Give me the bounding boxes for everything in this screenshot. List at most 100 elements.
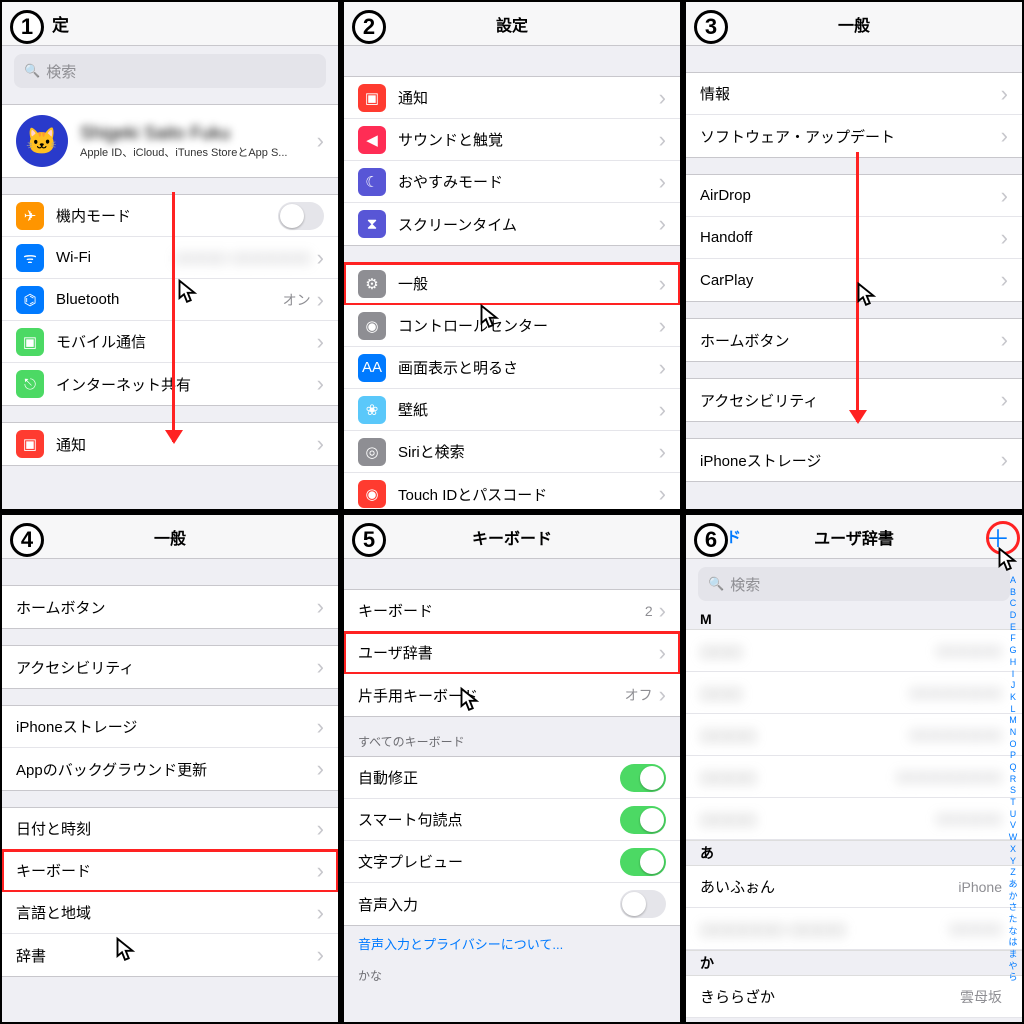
row-value: オフ xyxy=(625,685,653,705)
chevron-icon xyxy=(317,654,324,680)
step-badge-5: 5 xyxy=(352,523,386,557)
dict-entry[interactable]: ▢▢▢▢▢▢▢▢▢▢ xyxy=(686,672,1022,714)
row-label: 通知 xyxy=(56,434,317,455)
settings-row[interactable]: 片手用キーボードオフ xyxy=(344,674,680,716)
chevron-icon xyxy=(317,816,324,842)
settings-row[interactable]: ✈ 機内モード xyxy=(2,195,338,237)
row-value: 2 xyxy=(645,603,653,619)
settings-row[interactable]: 音声入力 xyxy=(344,883,680,925)
settings-row[interactable]: アクセシビリティ xyxy=(2,646,338,688)
row-label: 情報 xyxy=(700,83,1001,104)
row-label: アクセシビリティ xyxy=(16,657,317,678)
row-value: ▢▢▢▢ ▢▢▢▢▢▢ xyxy=(175,249,311,266)
row-label: 片手用キーボード xyxy=(358,685,625,706)
dict-entry[interactable]: きららざか雲母坂 xyxy=(686,976,1022,1018)
dict-entry[interactable]: ▢▢▢▢▢▢▢▢▢▢▢ xyxy=(686,714,1022,756)
apple-id-row[interactable]: 🐱 Shigeki Saito Fuku Apple ID、iCloud、iTu… xyxy=(2,105,338,177)
dict-entry[interactable]: ▢▢▢▢▢▢▢▢▢ xyxy=(686,798,1022,840)
settings-row[interactable]: ユーザ辞書 xyxy=(344,632,680,674)
settings-row[interactable]: ホームボタン xyxy=(2,586,338,628)
search-input[interactable]: 検索 xyxy=(14,54,326,88)
chevron-icon xyxy=(317,942,324,968)
row-label: CarPlay xyxy=(700,272,1001,289)
row-label: 通知 xyxy=(398,87,659,108)
chevron-icon xyxy=(317,128,324,154)
toggle-switch[interactable] xyxy=(620,890,666,918)
row-icon: ☾ xyxy=(358,168,386,196)
settings-row[interactable]: キーボード xyxy=(2,850,338,892)
settings-row[interactable]: ◎Siriと検索 xyxy=(344,431,680,473)
chevron-icon xyxy=(1001,387,1008,413)
settings-row[interactable]: iPhoneストレージ xyxy=(686,439,1022,481)
chevron-icon xyxy=(317,900,324,926)
step-badge-3: 3 xyxy=(694,10,728,44)
row-icon: AA xyxy=(358,354,386,382)
privacy-link[interactable]: 音声入力とプライバシーについて... xyxy=(344,926,680,961)
settings-row[interactable]: スマート句読点 xyxy=(344,799,680,841)
row-label: Handoff xyxy=(700,229,1001,246)
chevron-icon xyxy=(659,640,666,666)
settings-row[interactable]: iPhoneストレージ xyxy=(2,706,338,748)
settings-row[interactable]: ⎋インターネット共有 xyxy=(2,363,338,405)
dict-entry[interactable]: ▢▢▢▢▢▢▢▢ xyxy=(686,630,1022,672)
dict-entry[interactable]: ▢▢▢▢▢▢▢▢▢▢▢▢ xyxy=(686,756,1022,798)
panel-4: 4 一般 ホームボタン アクセシビリティ iPhoneストレージAppのバックグ… xyxy=(0,513,340,1024)
row-label: 文字プレビュー xyxy=(358,851,620,872)
header: 設定 xyxy=(344,2,680,46)
section-label: かな xyxy=(344,961,680,990)
settings-row[interactable]: ホームボタン xyxy=(686,319,1022,361)
profile-name: Shigeki Saito Fuku xyxy=(80,123,317,144)
chevron-icon xyxy=(659,169,666,195)
row-label: 自動修正 xyxy=(358,767,620,788)
settings-row[interactable]: ⚙一般 xyxy=(344,263,680,305)
settings-row[interactable]: 文字プレビュー xyxy=(344,841,680,883)
toggle-switch[interactable] xyxy=(620,806,666,834)
settings-row[interactable]: ソフトウェア・アップデート xyxy=(686,115,1022,157)
row-label: Siriと検索 xyxy=(398,441,659,462)
row-label: モバイル通信 xyxy=(56,331,317,352)
index-bar[interactable]: ABCDEFGHIJKLMNOPQRSTUVWXYZあかさたなはまやら xyxy=(1006,575,1020,1014)
row-label: スマート句読点 xyxy=(358,809,620,830)
settings-row[interactable]: AA 画面表示と明るさ xyxy=(344,347,680,389)
row-icon: ▣ xyxy=(358,84,386,112)
row-icon: ◀ xyxy=(358,126,386,154)
chevron-icon xyxy=(317,431,324,457)
dict-entry[interactable]: ▢▢▢▢▢▢ ▢▢▢▢▢▢▢▢ xyxy=(686,908,1022,950)
settings-row[interactable]: 言語と地域 xyxy=(2,892,338,934)
settings-row[interactable]: 自動修正 xyxy=(344,757,680,799)
chevron-icon xyxy=(659,439,666,465)
settings-row[interactable]: ▣ 通知 xyxy=(344,77,680,119)
settings-row[interactable]: ⧗スクリーンタイム xyxy=(344,203,680,245)
panel-3: 3 一般 情報ソフトウェア・アップデート AirDrop Handoff CarPl… xyxy=(684,0,1024,511)
dict-entry[interactable]: あいふぉんiPhone xyxy=(686,866,1022,908)
settings-row[interactable]: ◀サウンドと触覚 xyxy=(344,119,680,161)
settings-row[interactable]: ◉コントロールセンター xyxy=(344,305,680,347)
settings-row[interactable]: ▣モバイル通信 xyxy=(2,321,338,363)
settings-row[interactable]: ⌬Bluetoothオン xyxy=(2,279,338,321)
settings-row[interactable]: CarPlay xyxy=(686,259,1022,301)
settings-row[interactable]: ☾おやすみモード xyxy=(344,161,680,203)
row-label: 画面表示と明るさ xyxy=(398,357,659,378)
settings-row[interactable]: ◉Touch IDとパスコード xyxy=(344,473,680,511)
section-m: M xyxy=(686,609,1022,630)
settings-row[interactable]: Handoff xyxy=(686,217,1022,259)
settings-row[interactable]: ❀壁紙 xyxy=(344,389,680,431)
row-icon: ⌬ xyxy=(16,286,44,314)
settings-row[interactable]: 日付と時刻 xyxy=(2,808,338,850)
settings-row[interactable]: ᯤWi-Fi▢▢▢▢ ▢▢▢▢▢▢ xyxy=(2,237,338,279)
toggle-switch[interactable] xyxy=(620,848,666,876)
toggle-switch[interactable] xyxy=(620,764,666,792)
chevron-icon xyxy=(317,329,324,355)
search-input[interactable]: 検索 xyxy=(698,567,1010,601)
toggle-switch[interactable] xyxy=(278,202,324,230)
page-title: ユーザ辞書 xyxy=(814,525,894,549)
row-label: Appのバックグラウンド更新 xyxy=(16,759,317,780)
settings-row[interactable]: 辞書 xyxy=(2,934,338,976)
step-badge-4: 4 xyxy=(10,523,44,557)
settings-row[interactable]: AirDrop xyxy=(686,175,1022,217)
settings-row[interactable]: 情報 xyxy=(686,73,1022,115)
page-title: 一般 xyxy=(838,12,870,36)
settings-row[interactable]: キーボード2 xyxy=(344,590,680,632)
settings-row[interactable]: Appのバックグラウンド更新 xyxy=(2,748,338,790)
row-label: 辞書 xyxy=(16,945,317,966)
